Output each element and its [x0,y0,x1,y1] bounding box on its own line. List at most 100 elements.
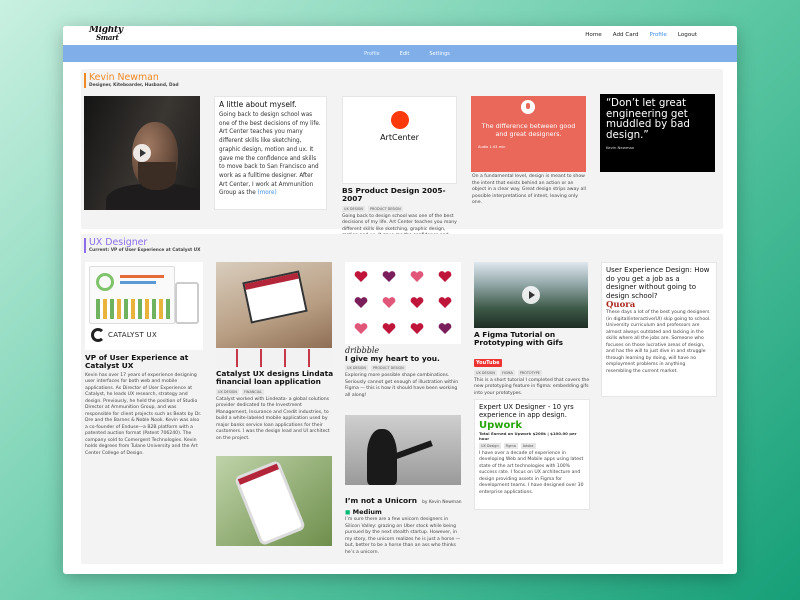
lindata-thumbnails[interactable] [216,349,332,367]
podcast-duration: Audio 1:43 min [478,145,506,149]
heart-shape-icon [410,271,424,282]
tag[interactable]: Figma [503,442,518,449]
lindata-title[interactable]: Catalyst UX designs Lindata financial lo… [216,369,334,387]
artcenter-logo: ArtCenter [380,133,419,142]
heart-shape-icon [438,271,452,282]
figma-title[interactable]: A Figma Tutorial on Prototyping with Gif… [474,330,592,348]
ux-header: UX Designer Current: VP of User Experien… [84,238,200,253]
nav-add-card[interactable]: Add Card [613,32,639,38]
lindata-tags: UX DESIGN FINANCIAL [216,388,334,395]
dashboard-mockup [89,266,175,324]
upwork-logo: Upwork [479,419,522,431]
catalyst-info: VP of User Experience at Catalyst UX Kev… [85,353,203,457]
chart-ring-icon [96,273,114,291]
top-nav: Home Add Card Profile Logout [585,32,697,38]
youtube-badge: YouTube [474,358,502,367]
heart-shape-icon [438,323,452,334]
tablet-header [244,272,299,290]
logo-line-2: Smart [96,33,119,42]
unicorn-title[interactable]: I’m not a Unicorn [345,496,417,505]
dribbble-shot[interactable] [345,262,461,344]
youtube-logo: YouTube [474,349,592,368]
catalyst-image[interactable]: CATALYST UX [85,262,203,350]
heart-shape-icon [382,271,396,282]
unicorn-photo[interactable] [345,415,461,485]
play-icon[interactable] [522,286,540,304]
tag[interactable]: PRODUCT DESIGN [370,365,406,372]
medium-source: ◼ Medium [345,508,463,516]
dashboard-bar [120,281,156,284]
lindata-info: Catalyst UX designs Lindata financial lo… [216,369,334,442]
tag[interactable]: UX DESIGN [474,369,497,376]
heart-shapes [354,271,452,334]
ux-subtitle: Current: VP of User Experience at Cataly… [89,248,201,253]
heart-shape-icon [410,323,424,334]
profile-name: Kevin Newman [89,72,159,83]
upwork-card[interactable]: Expert UX Designer - 10 yrs experience i… [474,399,590,510]
silhouette-figure [367,429,397,485]
tag[interactable]: Adobe [520,442,536,449]
artcenter-logo-card[interactable]: ArtCenter [342,96,457,184]
catalyst-logo: CATALYST UX [91,328,157,342]
dribbble-tags: UX DESIGN PRODUCT DESIGN [345,365,463,372]
lindata-desc: Catalyst worked with Lindeata- a global … [216,396,330,441]
podcast-desc: On a fundamental level, design is meant … [472,174,586,205]
podcast-card[interactable]: The difference between good and great de… [471,96,586,172]
catalyst-title[interactable]: VP of User Experience at Catalyst UX [85,353,203,371]
tag[interactable]: FIGMA [499,369,515,376]
podcast-heading: The difference between good and great de… [481,122,576,138]
tab-edit[interactable]: Edit [400,51,410,57]
medium-icon: ◼ [345,508,351,516]
dribbble-title[interactable]: I give my heart to you. [345,354,463,363]
profile-section: Kevin Newman Designer, Kiteboarder, Husb… [81,69,723,251]
upwork-tags: UX Design Figma Adobe [479,442,585,449]
play-icon[interactable] [133,144,151,162]
upwork-title: Expert UX Designer - 10 yrs experience i… [479,403,574,420]
quora-card[interactable]: User Experience Design: How do you get a… [601,262,717,397]
intro-video[interactable] [84,96,200,210]
phone-screen-header [237,463,279,485]
nav-profile[interactable]: Profile [649,32,666,38]
quora-logo: Quora [606,300,636,311]
nav-logout[interactable]: Logout [678,32,697,38]
tag[interactable]: UX DESIGN [345,365,368,372]
quora-desc: These days a lot of the best young desig… [606,310,711,374]
upwork-desc: I have over a decade of experience in de… [479,450,584,495]
ux-title: UX Designer [89,237,148,248]
dribbble-info: dribbble I give my heart to you. UX DESI… [345,346,463,399]
ux-section: UX Designer Current: VP of User Experien… [81,234,723,564]
artcenter-title[interactable]: BS Product Design 2005-2007 [342,186,460,204]
dribbble-desc: Exploring more possible shape combinatio… [345,373,459,398]
quote-card[interactable]: “Don’t let great engineering get muddled… [600,94,715,172]
catalyst-logo-text: CATALYST UX [108,331,158,339]
lindata-image[interactable] [216,262,332,348]
tag[interactable]: UX Design [479,442,501,449]
tag[interactable]: UX DESIGN [216,388,239,395]
more-link[interactable]: (more) [258,190,277,196]
phone-photo[interactable] [216,456,332,546]
quote-text: “Don’t let great engineering get muddled… [606,97,690,142]
phone-in-hand [233,459,307,546]
nav-home[interactable]: Home [585,32,602,38]
upwork-earned: Total Earned on Upwork $200k | $100.00 p… [479,430,577,441]
heart-shape-icon [382,297,396,308]
tablet-mockup [242,270,308,324]
dashboard-grid [96,299,170,319]
logo[interactable]: Mighty Smart [89,26,123,42]
figma-video[interactable] [474,262,588,328]
tag[interactable]: PROTOTYPE [517,369,542,376]
tag[interactable]: PRODUCT DESIGN [367,205,403,212]
figma-tags: UX DESIGN FIGMA PROTOTYPE [474,369,592,376]
profile-tagline: Designer, Kiteboarder, Husband, Dad [89,83,179,88]
unicorn-desc: I’m sure there are a few unicorn designe… [345,517,461,555]
heart-shape-icon [354,271,368,282]
tag[interactable]: FINANCIAL [241,388,264,395]
video-figure-beard [138,162,176,190]
tab-profile[interactable]: Profile [364,51,380,57]
tab-settings[interactable]: Settings [429,51,450,57]
about-card[interactable]: A little about myself. Going back to des… [214,96,327,210]
artcenter-tags: UX DESIGN PRODUCT DESIGN [342,205,460,212]
catalyst-ring-icon [91,328,105,342]
silhouette-instrument [393,440,433,460]
tag[interactable]: UX DESIGN [342,205,365,212]
